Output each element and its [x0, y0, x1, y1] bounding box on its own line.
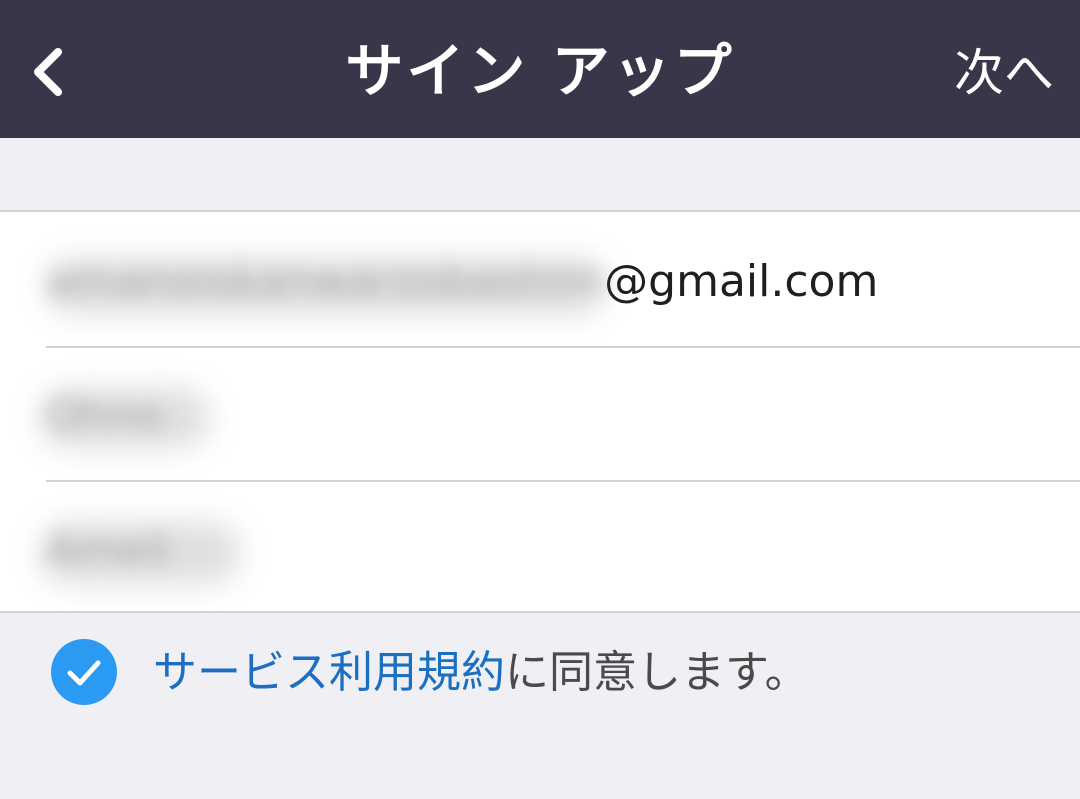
- first-name-redacted: Ohno: [46, 390, 164, 441]
- email-value: amanoiskanwarzobashim@gmail.com: [46, 252, 878, 312]
- last-name-value: Ameli: [46, 520, 170, 580]
- email-redacted-part: amanoiskanwarzobashim: [46, 256, 605, 307]
- consent-suffix: に同意します。: [505, 647, 809, 698]
- first-name-value: Ohno: [46, 386, 163, 446]
- consent-text: サービス利用規約に同意します。: [153, 643, 809, 703]
- terms-checkbox[interactable]: [51, 639, 117, 705]
- terms-consent-row: サービス利用規約に同意します。: [0, 613, 1080, 743]
- next-button[interactable]: 次へ: [954, 38, 1054, 108]
- navigation-bar: サイン アップ 次へ: [0, 0, 1080, 138]
- terms-of-service-link[interactable]: サービス利用規約: [153, 647, 505, 698]
- last-name-redacted: Ameli: [46, 524, 171, 575]
- last-name-field[interactable]: Ameli: [40, 480, 1080, 616]
- checkmark-icon: [51, 639, 117, 705]
- signup-form: amanoiskanwarzobashim@gmail.com Ohno Ame…: [0, 210, 1080, 613]
- email-domain: @gmail.com: [604, 256, 879, 307]
- page-title: サイン アップ: [345, 37, 735, 105]
- section-spacer: [0, 138, 1080, 210]
- email-field[interactable]: amanoiskanwarzobashim@gmail.com: [46, 212, 1080, 346]
- first-name-field[interactable]: Ohno: [40, 346, 1080, 482]
